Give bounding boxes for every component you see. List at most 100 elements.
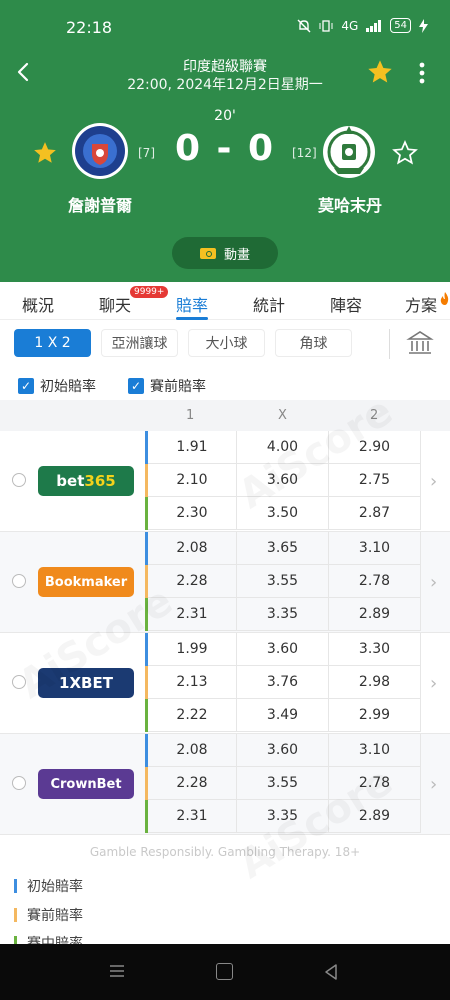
tab-plans[interactable]: 方案 xyxy=(405,292,437,316)
odds-row: 1.99 3.60 3.30 xyxy=(145,633,422,666)
bookmaker-logo[interactable]: bet 365 xyxy=(38,466,134,496)
filter-asian-handicap[interactable]: 亞洲讓球 xyxy=(101,329,178,357)
tab-overview[interactable]: 概況 xyxy=(22,292,54,316)
filter-over-under[interactable]: 大小球 xyxy=(188,329,265,357)
battery-level: 54 xyxy=(390,18,411,33)
bookmaker-logo[interactable]: Bookmaker xyxy=(38,567,134,597)
legend-initial: 初始賠率 xyxy=(14,876,83,896)
checkbox-initial-odds[interactable]: ✓ 初始賠率 xyxy=(18,376,96,396)
odds-away: 2.89 xyxy=(329,800,421,833)
odds-away: 2.87 xyxy=(329,497,421,530)
home-favorite-star-icon[interactable] xyxy=(32,140,58,166)
odds-row: 1.91 4.00 2.90 xyxy=(145,431,422,464)
chat-badge: 9999+ xyxy=(130,286,169,298)
odds-home: 2.31 xyxy=(148,598,237,631)
odds-draw: 3.50 xyxy=(237,497,329,530)
odds-row: 2.28 3.55 2.78 xyxy=(145,767,422,800)
bookmaker-radio[interactable] xyxy=(12,675,26,689)
tab-lineup[interactable]: 陣容 xyxy=(330,292,362,316)
nav-back-icon[interactable] xyxy=(322,963,340,981)
status-icons: 4G 54 xyxy=(297,18,428,33)
checkbox-label: 初始賠率 xyxy=(40,379,96,395)
match-minute: 20' xyxy=(214,108,236,124)
odds-home: 2.22 xyxy=(148,699,237,732)
tab-stats[interactable]: 統計 xyxy=(253,292,285,316)
gamble-responsibly-note: Gamble Responsibly. Gambling Therapy. 18… xyxy=(89,845,361,859)
vibrate-icon xyxy=(319,19,333,32)
pitch-icon xyxy=(199,247,216,259)
bookmaker-logo[interactable]: CrownBet xyxy=(38,769,134,799)
home-team-name[interactable]: 詹謝普爾 xyxy=(50,192,150,216)
checkbox-pre-match-odds[interactable]: ✓ 賽前賠率 xyxy=(128,376,206,396)
odds-draw: 3.76 xyxy=(237,666,329,699)
odds-draw: 3.60 xyxy=(237,464,329,497)
bookmaker-group[interactable]: CrownBet › 2.08 3.60 3.10 2.28 3.55 2.78 2.31 3.3… xyxy=(0,734,450,835)
tab-odds[interactable]: 賠率 xyxy=(176,292,208,316)
chevron-right-icon[interactable]: › xyxy=(430,673,437,694)
away-rank: [12] xyxy=(292,146,317,160)
tab-chat[interactable]: 聊天 xyxy=(99,292,131,316)
system-nav-bar xyxy=(0,944,450,1000)
chevron-right-icon[interactable]: › xyxy=(430,774,437,795)
match-header: 22:18 4G 54 印度超級聯賽 22:00, 2024年12月2日星期一 … xyxy=(0,0,450,282)
status-time: 22:18 xyxy=(66,18,113,37)
odds-away: 2.75 xyxy=(329,464,421,497)
home-rank: [7] xyxy=(138,146,155,160)
odds-draw: 3.65 xyxy=(237,532,329,565)
odds-away: 3.10 xyxy=(329,734,421,767)
animation-button[interactable]: 動畫 xyxy=(172,237,278,269)
odds-home: 2.30 xyxy=(148,497,237,530)
odds-away: 2.89 xyxy=(329,598,421,631)
away-team-name[interactable]: 莫哈末丹 xyxy=(300,192,400,216)
odds-away: 3.30 xyxy=(329,633,421,666)
more-options-icon[interactable] xyxy=(414,60,430,86)
bookmaker-radio[interactable] xyxy=(12,574,26,588)
odds-home: 2.13 xyxy=(148,666,237,699)
favorite-star-icon[interactable] xyxy=(366,58,394,86)
legend-color-bar xyxy=(14,908,17,922)
recent-apps-icon[interactable] xyxy=(108,963,126,979)
filter-divider xyxy=(389,329,390,359)
odds-row: 2.28 3.55 2.78 xyxy=(145,565,422,598)
odds-row: 2.08 3.65 3.10 xyxy=(145,532,422,565)
odds-draw: 3.49 xyxy=(237,699,329,732)
odds-row: 2.22 3.49 2.99 xyxy=(145,699,422,732)
odds-draw: 3.55 xyxy=(237,565,329,598)
bookmaker-group[interactable]: 1XBET › 1.99 3.60 3.30 2.13 3.76 2.98 2.22 3.49 2.… xyxy=(0,633,450,734)
odds-home: 2.08 xyxy=(148,532,237,565)
odds-row: 2.13 3.76 2.98 xyxy=(145,666,422,699)
home-team-logo[interactable] xyxy=(71,122,129,180)
away-favorite-star-icon[interactable] xyxy=(392,140,418,166)
fire-icon xyxy=(440,292,449,305)
odds-home: 2.08 xyxy=(148,734,237,767)
signal-icon xyxy=(366,19,382,32)
charging-icon xyxy=(419,18,428,33)
odds-home: 1.99 xyxy=(148,633,237,666)
home-icon[interactable] xyxy=(216,963,233,980)
away-team-logo[interactable] xyxy=(320,122,378,180)
odds-away: 2.90 xyxy=(329,431,421,464)
odds-draw: 3.55 xyxy=(237,767,329,800)
bookmaker-radio[interactable] xyxy=(12,473,26,487)
animation-label: 動畫 xyxy=(223,247,250,263)
odds-draw: 3.35 xyxy=(237,800,329,833)
logo-text-part: bet xyxy=(56,472,85,490)
filter-corners[interactable]: 角球 xyxy=(275,329,352,357)
filter-1x2[interactable]: 1 X 2 xyxy=(14,329,91,357)
legend-pre-match: 賽前賠率 xyxy=(14,905,83,925)
odds-home: 2.28 xyxy=(148,767,237,800)
column-home: 1 xyxy=(186,408,195,423)
bank-icon[interactable] xyxy=(406,329,434,357)
checkbox-label: 賽前賠率 xyxy=(150,379,206,395)
odds-draw: 3.35 xyxy=(237,598,329,631)
bookmaker-logo[interactable]: 1XBET xyxy=(38,668,134,698)
odds-away: 2.98 xyxy=(329,666,421,699)
bookmaker-radio[interactable] xyxy=(12,776,26,790)
column-away: 2 xyxy=(370,408,379,423)
chevron-right-icon[interactable]: › xyxy=(430,471,437,492)
bookmaker-group[interactable]: Bookmaker › 2.08 3.65 3.10 2.28 3.55 2.78 2.31 3.… xyxy=(0,532,450,633)
bookmaker-group[interactable]: bet 365 › 1.91 4.00 2.90 2.10 3.60 2.75 2.30 3.50 2… xyxy=(0,431,450,532)
odds-row: 2.31 3.35 2.89 xyxy=(145,598,422,631)
legend-color-bar xyxy=(14,879,17,893)
chevron-right-icon[interactable]: › xyxy=(430,572,437,593)
